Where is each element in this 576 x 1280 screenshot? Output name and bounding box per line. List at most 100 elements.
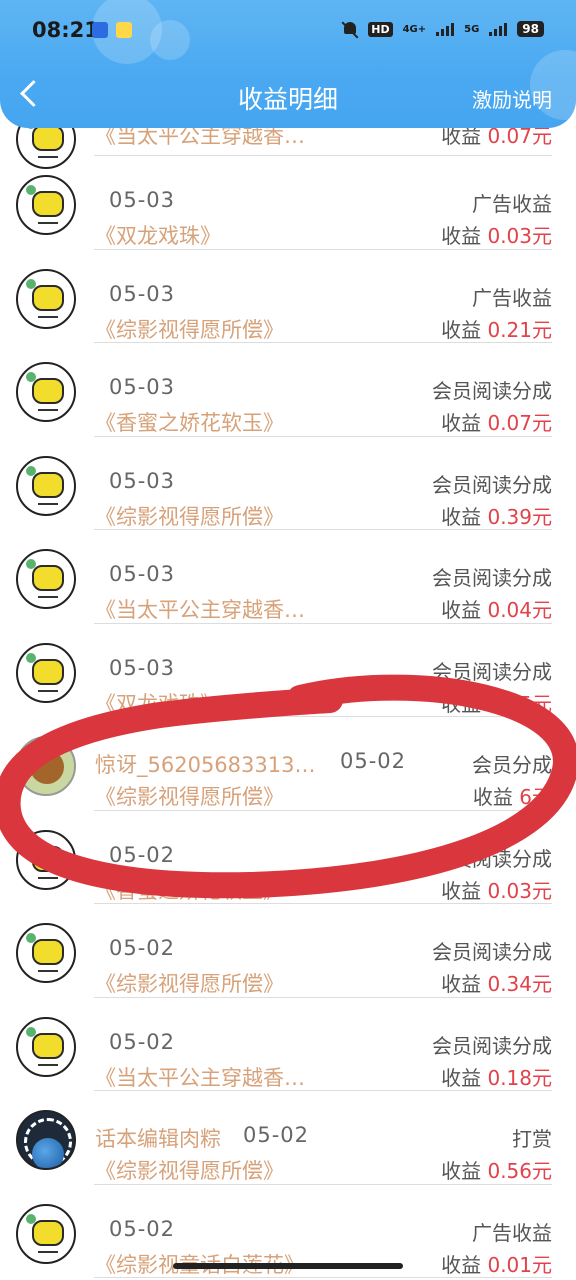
row-date: 05-03 — [109, 281, 176, 306]
amount-label: 收益 — [441, 1252, 482, 1277]
row-amount: 收益 0.34元 — [441, 968, 552, 997]
amount-value: 0.01元 — [487, 1252, 552, 1277]
row-date: 05-02 — [109, 1029, 176, 1054]
amount-value: 0.03元 — [487, 224, 552, 248]
mute-icon — [342, 20, 358, 38]
yellow-chat-avatar — [16, 829, 76, 890]
row-income-type: 会员阅读分成 — [432, 566, 552, 590]
row-amount: 收益 0.56元 — [441, 1155, 552, 1184]
net-type-5g: 5G — [464, 23, 480, 35]
row-date: 05-02 — [340, 749, 407, 773]
row-date: 05-02 — [109, 1216, 176, 1241]
hd-icon: HD — [368, 21, 393, 37]
amount-label: 收益 — [472, 785, 513, 809]
yellow-chat-avatar — [16, 455, 76, 516]
row-date: 05-03 — [109, 375, 176, 399]
amount-label: 收益 — [441, 224, 482, 248]
yellow-chat-avatar — [16, 362, 76, 422]
income-row[interactable]: 05-03 《综影视得愿所偿》 会员阅读分成收益 0.39元 — [0, 437, 576, 530]
row-book-title: 《当太平公主穿越香… — [95, 1065, 305, 1090]
row-income-type: 会员阅读分成 — [432, 472, 552, 497]
row-date: 05-03 — [109, 562, 176, 586]
incentive-info-link[interactable]: 激励说明 — [472, 84, 552, 113]
notification-app-icon — [92, 22, 108, 38]
amount-value: 0.18元 — [487, 1065, 552, 1090]
row-income-type: 打赏 — [512, 1127, 552, 1151]
net-type-4g: 4G+ — [402, 23, 427, 35]
yellow-chat-avatar — [16, 923, 76, 983]
amount-label: 收益 — [441, 878, 482, 903]
nav-bar: 收益明细 激励说明 — [0, 70, 576, 124]
row-amount: 收益 0.07元 — [441, 407, 552, 436]
row-amount: 收益 0.04元 — [441, 594, 552, 623]
amount-value: 0.07元 — [487, 411, 552, 435]
signal-icon — [436, 22, 455, 36]
amount-value: 0.34元 — [487, 972, 552, 996]
income-row[interactable]: 惊讶_56205683313… 05-02 《综影视得愿所偿》 会员分成 收益 6元 — [0, 717, 576, 811]
income-row[interactable]: 05-02 《综影视得愿所偿》 会员阅读分成收益 0.34元 — [0, 904, 576, 998]
row-date: 05-02 — [243, 1123, 310, 1147]
amount-value: 0.21元 — [487, 317, 552, 342]
amount-value: 0.39元 — [487, 504, 552, 529]
signal-icon — [489, 22, 508, 36]
row-book-title: 《当太平公主穿越香… — [95, 598, 305, 622]
row-book-title: 《综影视得愿所偿》 — [95, 504, 284, 529]
amount-label: 收益 — [441, 411, 482, 435]
notification-app-icon — [116, 22, 132, 38]
row-book-title: 《综影视得愿所偿》 — [95, 972, 284, 996]
row-income-type: 广告收益 — [472, 1220, 552, 1245]
income-row[interactable]: 05-03 《香蜜之娇花软玉》 会员阅读分成 收益 0.07元 — [0, 343, 576, 437]
amount-label: 收益 — [441, 1159, 482, 1183]
row-book-title: 《双龙戏珠》 — [95, 691, 221, 716]
income-row[interactable]: 05-03 《双龙戏珠》 广告收益收益 0.03元 — [0, 156, 576, 250]
yellow-chat-avatar — [16, 549, 76, 609]
amount-label: 收益 — [441, 504, 482, 529]
income-row[interactable]: 05-03 《双龙戏珠》 会员阅读分成收益 0.05元 — [0, 624, 576, 717]
row-date: 05-03 — [109, 188, 176, 212]
row-income-type: 广告收益 — [472, 192, 552, 216]
row-income-type: 会员阅读分成 — [432, 846, 552, 871]
amount-label: 收益 — [441, 317, 482, 342]
row-date: 05-03 — [109, 655, 176, 680]
amount-label: 收益 — [441, 691, 482, 716]
row-username: 惊讶_56205683313… — [95, 753, 316, 777]
bear-avatar — [16, 736, 76, 796]
row-book-title: 《香蜜之娇花软玉》 — [95, 878, 284, 903]
row-book-title: 《综影视得愿所偿》 — [95, 317, 284, 342]
row-amount: 收益 0.18元 — [441, 1062, 552, 1091]
amount-label: 收益 — [441, 972, 482, 996]
home-indicator[interactable] — [173, 1263, 403, 1269]
row-amount: 收益 0.03元 — [441, 220, 552, 249]
amount-label: 收益 — [441, 598, 482, 622]
amount-value: 0.03元 — [487, 878, 552, 903]
row-income-type: 会员阅读分成 — [432, 940, 552, 964]
income-row[interactable]: 05-03 《当太平公主穿越香… 会员阅读分成收益 0.04元 — [0, 530, 576, 624]
amount-value: 0.04元 — [487, 598, 552, 622]
row-book-title: 《综影视得愿所偿》 — [95, 1159, 284, 1183]
income-list: 《当太平公主穿越香… 收益 0.07元 05-03 《双龙戏珠》 广告收益 收益 0.03… — [0, 90, 576, 1278]
row-date: 05-02 — [109, 936, 176, 960]
row-income-type: 会员阅读分成 — [432, 659, 552, 684]
row-amount: 收益 0.21元 — [441, 314, 552, 343]
yellow-chat-avatar — [16, 1203, 76, 1264]
amount-label: 收益 — [441, 1065, 482, 1090]
amount-value: 0.05元 — [487, 691, 552, 716]
amount-value: 6元 — [519, 785, 552, 809]
yellow-chat-avatar — [16, 268, 76, 329]
amount-value: 0.56元 — [487, 1159, 552, 1183]
row-amount: 收益 0.03元 — [441, 875, 552, 904]
yellow-chat-avatar — [16, 175, 76, 235]
row-amount: 收益 0.05元 — [441, 688, 552, 717]
yellow-chat-avatar — [16, 642, 76, 703]
income-row[interactable]: 话本编辑肉粽 05-02 《综影视得愿所偿》 打赏 收益 0.56元 — [0, 1091, 576, 1185]
row-book-title: 《香蜜之娇花软玉》 — [95, 411, 284, 435]
row-book-title: 《双龙戏珠》 — [95, 224, 221, 248]
income-row[interactable]: 05-02 《当太平公主穿越香… 会员阅读分成 收益 0.18元 — [0, 998, 576, 1091]
row-income-type: 广告收益 — [472, 285, 552, 310]
row-date: 05-03 — [109, 468, 176, 493]
row-date: 05-02 — [109, 842, 176, 867]
income-row[interactable]: 05-02 《香蜜之娇花软玉》 会员阅读分成收益 0.03元 — [0, 811, 576, 904]
row-divider — [94, 1277, 552, 1278]
income-row[interactable]: 05-03 《综影视得愿所偿》 广告收益收益 0.21元 — [0, 250, 576, 343]
row-income-type: 会员分成 — [472, 753, 552, 777]
